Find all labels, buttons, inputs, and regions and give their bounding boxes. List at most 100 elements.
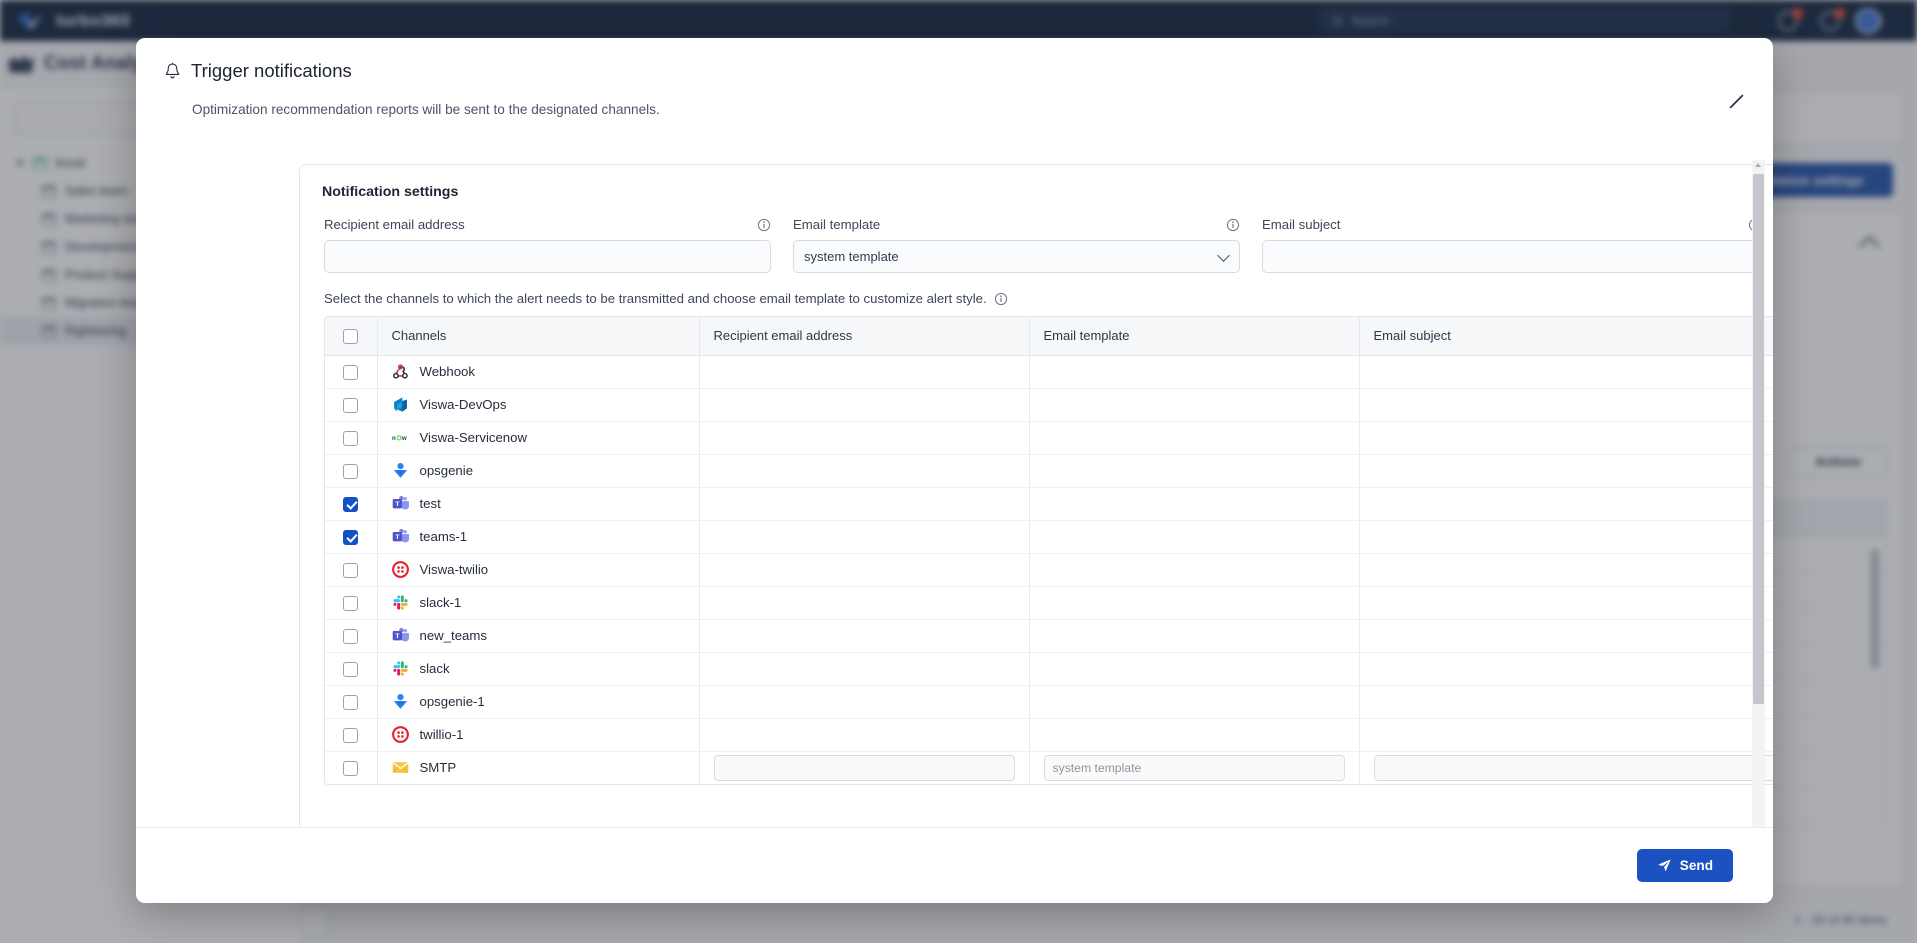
info-icon[interactable] [1226,218,1240,232]
dialog-scrollbar[interactable] [1752,160,1765,875]
row-subject-cell [1358,421,1773,455]
svg-text:n: n [392,436,396,442]
table-row[interactable]: T teams-1 [325,520,1773,554]
send-button-label: Send [1679,858,1713,873]
channel-name-label: slack-1 [419,595,462,610]
table-row[interactable]: SMTP [325,751,1773,784]
table-row[interactable]: opsgenie-1 [325,685,1773,719]
channel-checkbox-twillio-1[interactable] [343,727,359,743]
channel-checkbox-viswa-twilio[interactable] [343,562,359,578]
info-icon[interactable] [994,292,1008,306]
channel-name-label: opsgenie-1 [419,694,485,709]
notification-settings-header: Notification settings [300,165,1773,203]
scroll-up-arrow-icon[interactable] [1755,163,1761,167]
column-channels: Channels [377,317,699,356]
opsgenie-icon [393,462,407,478]
channel-name-label: twillio-1 [419,727,464,742]
dialog-title-text: Trigger notifications [191,60,352,81]
row-recipient-cell [698,718,1029,752]
row-select-cell [325,619,378,653]
column-email-subject: Email subject [1358,317,1773,356]
row-subject-cell [1358,487,1773,521]
table-row[interactable]: Viswa-DevOps [325,388,1773,422]
row-select-cell [325,454,378,488]
row-recipient-cell [698,421,1029,455]
email-subject-field-group: Email subject [1262,217,1762,273]
row-recipient-input[interactable] [713,754,1015,781]
channel-checkbox-slack[interactable] [343,661,359,677]
select-all-header [325,317,378,356]
channel-checkbox-opsgenie[interactable] [343,463,359,479]
table-row[interactable]: T test [325,487,1773,521]
row-recipient-cell [698,520,1029,554]
row-subject-input[interactable] [1373,754,1773,781]
channels-table-body: Webhook Viswa-DevOps n w Viswa-Serviceno… [325,355,1773,784]
table-row[interactable]: n w Viswa-Servicenow [325,421,1773,455]
table-row[interactable]: T new_teams [325,619,1773,653]
email-subject-label: Email subject [1262,217,1341,232]
channel-checkbox-webhook[interactable] [343,364,359,380]
webhook-icon [392,364,408,379]
row-select-cell [325,652,378,686]
column-email-template: Email template [1028,317,1359,356]
channel-checkbox-teams-1[interactable] [343,529,359,545]
channel-checkbox-test[interactable] [343,496,359,512]
table-row[interactable]: opsgenie [325,454,1773,488]
channel-name-cell: Viswa-DevOps [377,388,699,422]
recipient-email-field-group: Recipient email address [324,217,771,273]
channel-name-label: slack [419,661,450,676]
row-select-cell [325,520,378,554]
channel-name-label: Webhook [419,364,475,379]
table-row[interactable]: Webhook [325,355,1773,389]
channel-name-cell: slack-1 [377,586,699,620]
channel-name-label: SMTP [419,760,457,776]
channel-checkbox-smtp[interactable] [343,760,359,776]
row-recipient-cell [698,619,1029,653]
servicenow-icon: n w [392,435,407,442]
dialog-title: Trigger notifications [164,60,1745,82]
recipient-email-input[interactable] [324,240,771,273]
table-row[interactable]: slack [325,652,1773,686]
close-icon[interactable] [1723,88,1749,114]
recipient-email-label: Recipient email address [324,217,465,232]
channels-hint-text: Select the channels to which the alert n… [324,291,987,306]
channel-checkbox-slack-1[interactable] [343,595,359,611]
table-row[interactable]: slack-1 [325,586,1773,620]
notification-settings-title: Notification settings [322,184,459,200]
row-subject-cell [1358,718,1773,752]
row-recipient-cell [698,685,1029,719]
channel-checkbox-viswa-devops[interactable] [343,397,359,413]
dialog-subtitle: Optimization recommendation reports will… [192,102,660,117]
close-x-icon [1728,93,1744,109]
row-recipient-cell [698,454,1029,488]
channel-checkbox-new-teams[interactable] [343,628,359,644]
table-row[interactable]: twillio-1 [325,718,1773,752]
column-recipient-email: Recipient email address [698,317,1029,356]
channel-checkbox-viswa-servicenow[interactable] [343,430,359,446]
email-template-label: Email template [793,217,881,232]
info-icon[interactable] [757,218,771,232]
azure-devops-icon [393,397,407,412]
row-select-cell [325,586,378,620]
dialog-scrollbar-thumb[interactable] [1753,174,1764,704]
row-recipient-cell [698,586,1029,620]
send-button[interactable]: Send [1636,849,1733,882]
row-select-cell [325,355,378,389]
row-recipient-cell [698,355,1029,389]
channel-name-cell: opsgenie-1 [377,685,699,719]
slack-icon [392,661,408,676]
channel-name-cell: opsgenie [377,454,699,488]
select-all-checkbox[interactable] [343,328,359,344]
channel-checkbox-opsgenie-1[interactable] [343,694,359,710]
channel-name-label: Viswa-DevOps [419,397,507,412]
row-recipient-cell [698,388,1029,422]
row-subject-cell [1358,652,1773,686]
channel-name-label: teams-1 [419,529,468,544]
row-template-cell [1028,553,1359,587]
microsoft-teams-icon: T [392,495,409,510]
table-row[interactable]: Viswa-twilio [325,553,1773,587]
email-subject-input[interactable] [1262,240,1762,273]
row-template-input[interactable] [1043,754,1345,781]
email-template-select[interactable] [793,240,1240,273]
svg-text:w: w [401,436,407,442]
